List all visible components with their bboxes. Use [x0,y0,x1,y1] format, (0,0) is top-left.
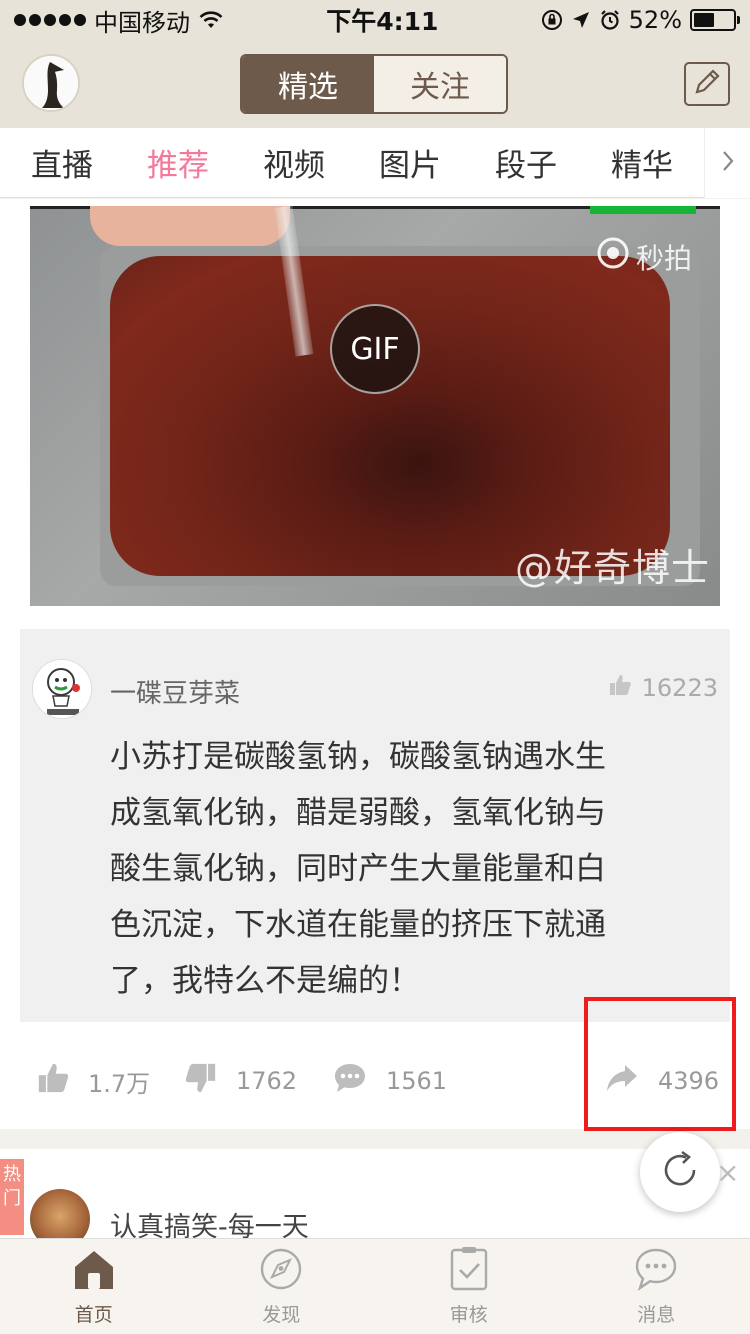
nav-messages[interactable]: 消息 [563,1239,750,1334]
miaopai-watermark: 秒拍 [596,236,692,277]
thumbs-up-icon [608,673,632,703]
wifi-icon [198,10,224,30]
commenter-name[interactable]: 一碟豆芽菜 [110,673,240,710]
carrier-label: 中国移动 [94,8,190,37]
compass-icon [258,1247,304,1296]
nav-home-label: 首页 [74,1303,113,1326]
next-post-preview[interactable]: 热门 认真搞笑-每一天 [0,1149,750,1249]
tabs-more-button[interactable] [704,128,750,198]
tab-recommended[interactable]: 推荐 [120,140,236,185]
post-card: 秒拍 GIF @好奇博士 一碟豆芽菜 16223 小苏打是碳酸氢钠，碳酸氢钠遇水… [0,199,750,1131]
comment-text: 小苏打是碳酸氢钠，碳酸氢钠遇水生 成氢氧化钠，醋是弱酸，氢氧化钠与 酸生氯化钠，… [110,739,606,999]
dislike-button[interactable]: 1762 [184,1061,297,1101]
feed-segment-control: 精选 关注 [240,54,508,114]
comment-count: 1561 [386,1067,448,1095]
category-tabs: 直播 推荐 视频 图片 段子 精华 [0,128,750,198]
comment-button[interactable]: 1561 [332,1061,447,1101]
nav-messages-label: 消息 [637,1303,676,1326]
camera-icon [596,236,630,277]
home-icon [71,1247,117,1296]
clipboard-check-icon [446,1246,492,1296]
nav-home[interactable]: 首页 [0,1239,188,1334]
edit-icon [690,65,724,103]
compose-button[interactable] [684,62,730,106]
battery-icon [690,9,740,31]
thumbs-down-icon [184,1061,218,1101]
location-icon [571,10,591,30]
signal-strength-icon [14,14,86,26]
hot-tag: 热门 [0,1159,24,1235]
message-bubble-icon [633,1247,679,1296]
tab-video[interactable]: 视频 [236,140,352,185]
nav-discover[interactable]: 发现 [188,1239,376,1334]
tab-highlights[interactable]: 精华 [584,140,700,185]
clock: 下午4:11 [326,7,439,36]
post-gif-image[interactable]: 秒拍 GIF @好奇博士 [30,206,720,606]
dislike-count: 1762 [236,1067,298,1095]
segment-featured[interactable]: 精选 [242,56,374,112]
status-bar: 中国移动 下午4:11 52% [0,0,750,40]
battery-percentage: 52% [628,6,682,34]
nav-discover-label: 发现 [262,1303,301,1326]
refresh-icon [656,1146,704,1198]
bottom-tab-bar: 首页 发现 审核 消息 [0,1238,750,1334]
alarm-icon [599,9,621,31]
source-watermark: @好奇博士 [514,546,710,590]
refresh-button[interactable] [640,1132,720,1212]
tab-live[interactable]: 直播 [4,140,120,185]
like-button[interactable]: 1.7万 [36,1061,150,1101]
comment-bubble-icon [332,1061,368,1101]
gif-play-badge[interactable]: GIF [330,304,420,394]
thumbs-up-icon [36,1061,70,1101]
segment-following[interactable]: 关注 [374,56,506,112]
rotation-lock-icon [541,9,563,31]
like-count: 1.7万 [88,1069,151,1098]
share-highlight-box [584,997,736,1131]
tab-pictures[interactable]: 图片 [352,140,468,185]
hot-comment[interactable]: 一碟豆芽菜 16223 小苏打是碳酸氢钠，碳酸氢钠遇水生 成氢氧化钠，醋是弱酸，… [20,629,730,1022]
sink-liquid [110,256,670,576]
comment-like-count[interactable]: 16223 [608,673,718,703]
nav-review[interactable]: 审核 [375,1239,563,1334]
tab-jokes[interactable]: 段子 [468,140,584,185]
user-avatar[interactable] [22,54,80,112]
commenter-avatar[interactable] [32,659,92,719]
app-header: 精选 关注 [0,40,750,128]
nav-review-label: 审核 [449,1303,488,1326]
chevron-right-icon [720,148,736,178]
refresh-close-icon[interactable]: × [716,1156,739,1189]
